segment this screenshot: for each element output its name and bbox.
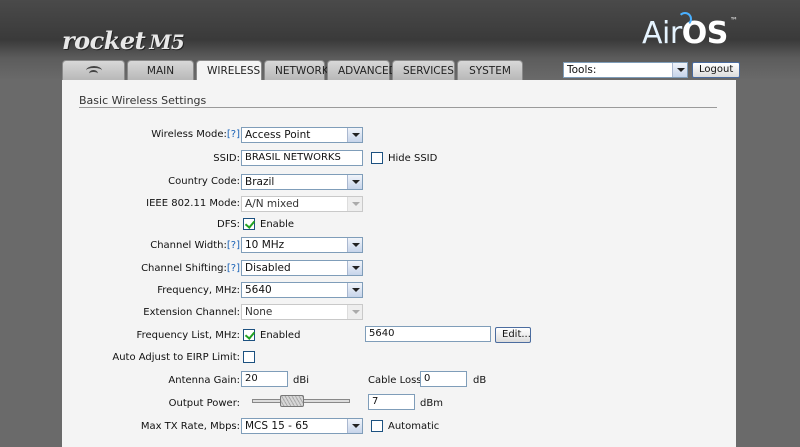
rocket-m5-logo: rocket M5 [62,26,185,55]
airos-logo: AirOS ™ [642,12,738,51]
product-name: rocket [62,26,146,55]
output-power-input[interactable]: 7 [368,394,415,410]
dfs-checkbox[interactable] [243,218,255,230]
chevron-down-icon[interactable] [347,283,362,297]
output-power-label: Output Power: [168,398,240,409]
frequency-list-label: Frequency List, MHz: [136,330,240,341]
section-divider [79,107,717,108]
output-power-unit: dBm [420,398,443,409]
channel-shifting-label: Channel Shifting:[?] [141,263,240,274]
wireless-mode-select[interactable]: Access Point [241,127,363,143]
tab-wireless[interactable]: WIRELESS [196,60,262,81]
hide-ssid-checkbox[interactable] [371,152,383,164]
frequency-list-checkbox-label: Enabled [260,330,301,341]
wireless-mode-value: Access Point [245,129,311,141]
chevron-down-icon [347,197,362,211]
ssid-input[interactable]: BRASIL NETWORKS [241,150,363,166]
channel-width-help-link[interactable]: [?] [227,240,240,251]
chevron-down-icon [347,305,362,319]
chevron-down-icon[interactable] [347,128,362,142]
country-code-label: Country Code: [168,176,240,187]
channel-width-label: Channel Width:[?] [150,240,240,251]
wifi-wave-icon [678,12,692,26]
tab-services[interactable]: SERVICES [392,60,455,80]
channel-width-label-text: Channel Width: [150,240,227,251]
max-tx-rate-select[interactable]: MCS 15 - 65 [241,418,363,434]
tools-bar: Tools: Logout [563,62,741,78]
country-code-select[interactable]: Brazil [241,174,363,190]
frequency-list-checkbox[interactable] [243,329,255,341]
tools-select-value: Tools: [567,64,597,76]
extension-channel-value: None [245,306,273,318]
ieee-mode-select: A/N mixed [241,196,363,212]
extension-channel-select: None [241,304,363,320]
cable-loss-unit: dB [473,375,487,386]
wireless-mode-label: Wireless Mode:[?] [151,129,240,140]
section-title: Basic Wireless Settings [79,94,207,107]
cable-loss-label: Cable Loss: [368,375,425,386]
frequency-list-edit-button[interactable]: Edit... [495,327,531,343]
tab-ubiquiti-logo[interactable] [62,60,125,80]
ieee-mode-value: A/N mixed [245,198,300,210]
chevron-down-icon[interactable] [347,419,362,433]
chevron-down-icon[interactable] [672,63,687,77]
dfs-label: DFS: [217,219,240,230]
trademark-mark: ™ [730,16,738,25]
auto-adjust-label: Auto Adjust to EIRP Limit: [112,352,240,363]
airos-air-text: Air [642,16,682,51]
tab-main[interactable]: MAIN [127,60,194,80]
tab-system[interactable]: SYSTEM [457,60,523,80]
max-tx-rate-label: Max TX Rate, Mbps: [140,421,240,432]
main-tabs: MAIN WIRELESS NETWORK ADVANCED SERVICES … [62,60,525,81]
antenna-gain-label: Antenna Gain: [168,375,240,386]
dfs-checkbox-label: Enable [260,219,295,230]
logout-button[interactable]: Logout [692,62,741,78]
antenna-gain-unit: dBi [293,375,309,386]
max-tx-rate-value: MCS 15 - 65 [245,420,309,432]
channel-width-value: 10 MHz [245,239,285,251]
channel-shifting-help-link[interactable]: [?] [227,263,240,274]
wireless-mode-help-link[interactable]: [?] [227,129,240,140]
frequency-label: Frequency, MHz: [157,285,240,296]
auto-adjust-checkbox[interactable] [243,351,255,363]
hide-ssid-label: Hide SSID [388,153,438,164]
tab-advanced[interactable]: ADVANCED [327,60,397,80]
frequency-select[interactable]: 5640 [241,282,363,298]
output-power-slider-handle[interactable] [280,395,305,407]
wireless-mode-label-text: Wireless Mode: [151,129,227,140]
max-tx-automatic-label: Automatic [388,421,440,432]
model-name: M5 [149,30,185,54]
tools-select[interactable]: Tools: [563,62,688,78]
channel-shifting-select[interactable]: Disabled [241,260,363,276]
frequency-list-input[interactable]: 5640 [365,326,491,342]
frequency-value: 5640 [245,284,272,296]
ssid-label: SSID: [213,153,240,164]
ieee-mode-label: IEEE 802.11 Mode: [146,198,240,209]
channel-shifting-value: Disabled [245,262,291,274]
settings-panel: Basic Wireless Settings Wireless Mode:[?… [62,80,736,447]
channel-shifting-label-text: Channel Shifting: [141,263,227,274]
antenna-gain-input[interactable]: 20 [241,371,288,387]
extension-channel-label: Extension Channel: [143,307,240,318]
max-tx-automatic-checkbox[interactable] [371,420,383,432]
ubiquiti-logo-icon [86,66,102,75]
chevron-down-icon[interactable] [347,175,362,189]
chevron-down-icon[interactable] [347,261,362,275]
cable-loss-input[interactable]: 0 [420,371,467,387]
channel-width-select[interactable]: 10 MHz [241,237,363,253]
country-code-value: Brazil [245,176,275,188]
chevron-down-icon[interactable] [347,238,362,252]
tab-network[interactable]: NETWORK [264,60,329,80]
